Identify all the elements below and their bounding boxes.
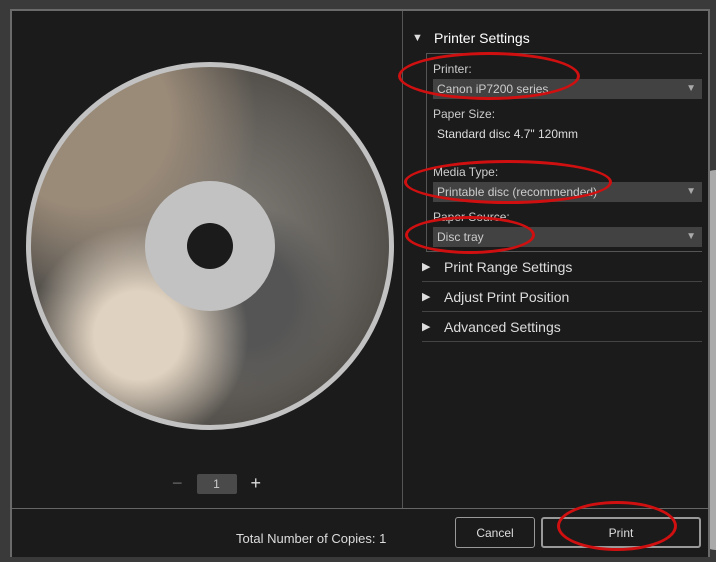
section-printer-settings[interactable]: ▼ Printer Settings [412,23,702,53]
paper-source-select[interactable]: Disc tray ▼ [433,227,702,247]
paper-size-label: Paper Size: [433,107,496,121]
section-advanced[interactable]: ▶ Advanced Settings [422,312,702,342]
print-dialog: − 1 + ▼ Printer Settings Printer: Canon i… [10,9,710,557]
printer-select[interactable]: Canon iP7200 series ▼ [433,79,702,99]
disc-hub [145,181,275,311]
triangle-right-icon: ▶ [422,261,431,273]
media-type-label: Media Type: [433,165,499,179]
triangle-right-icon: ▶ [422,321,431,333]
print-button[interactable]: Print [541,517,701,548]
paper-size-value: Standard disc 4.7" 120mm [437,127,578,141]
settings-panel: ▼ Printer Settings Printer: Canon iP7200 … [412,23,702,342]
section-adjust-position[interactable]: ▶ Adjust Print Position [422,282,702,312]
decrement-button[interactable]: − [172,473,183,494]
divider [12,508,708,509]
media-type-value: Printable disc (recommended) [437,185,598,199]
total-copies: Total Number of Copies: 1 [236,531,387,546]
printer-label: Printer: [433,62,472,76]
increment-button[interactable]: + [251,473,262,494]
paper-source-label: Paper Source: [433,210,510,224]
cancel-button[interactable]: Cancel [455,517,535,548]
printer-value: Canon iP7200 series [437,82,549,96]
section-title: Advanced Settings [444,318,561,335]
copies-stepper: − 1 + [172,473,261,494]
section-print-range[interactable]: ▶ Print Range Settings [422,252,702,282]
copies-input[interactable]: 1 [196,473,237,494]
triangle-down-icon: ▼ [412,32,423,44]
paper-source-value: Disc tray [437,230,484,244]
dropdown-arrow-icon: ▼ [686,83,696,94]
disc-preview-image [26,62,394,430]
dropdown-arrow-icon: ▼ [686,186,696,197]
section-title: Printer Settings [434,30,530,46]
media-type-select[interactable]: Printable disc (recommended) ▼ [433,182,702,202]
section-title: Print Range Settings [444,258,573,275]
divider [402,11,403,509]
section-title: Adjust Print Position [444,288,570,305]
triangle-right-icon: ▶ [422,291,431,303]
dropdown-arrow-icon: ▼ [686,231,696,242]
disc-hole [187,223,233,269]
